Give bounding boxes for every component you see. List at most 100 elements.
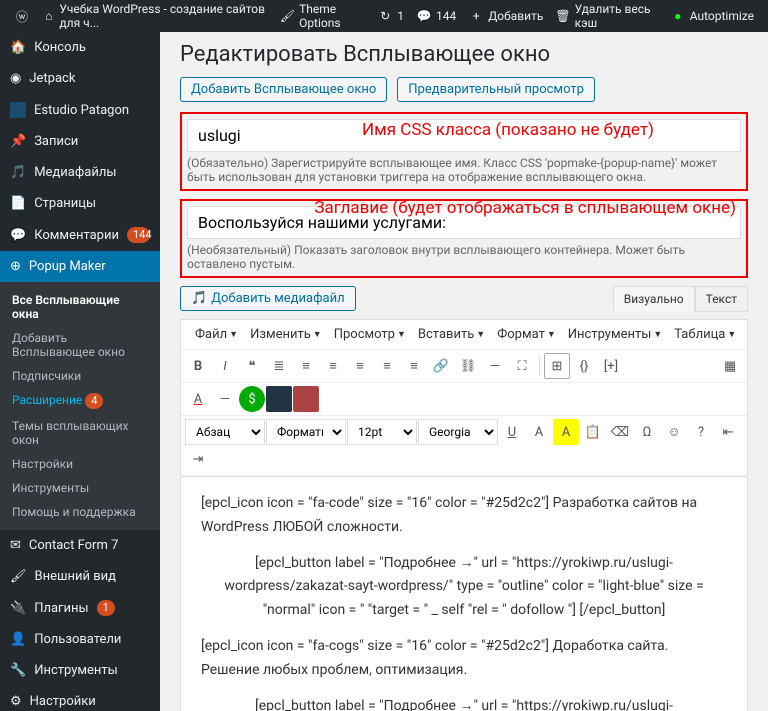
paste-button[interactable]: 📋: [580, 419, 606, 445]
sub-themes[interactable]: Темы всплывающих окон: [0, 414, 160, 452]
sub-add-popup[interactable]: Добавить Всплывающее окно: [0, 326, 160, 364]
charmap-button[interactable]: Ω: [634, 419, 660, 445]
title-field-box: Заглавие (будет отображаться в сплывающе…: [180, 199, 748, 278]
menu-popup-maker[interactable]: ⊕Popup Maker: [0, 251, 160, 282]
menu-ep[interactable]: Estudio Patagon: [0, 94, 160, 126]
menu-pages[interactable]: 📄Страницы: [0, 188, 160, 219]
emoji-button[interactable]: ☺: [661, 419, 687, 445]
align-left-button[interactable]: ≡: [320, 353, 346, 379]
menu-table[interactable]: Таблица▼: [668, 324, 742, 345]
updates[interactable]: ↻1: [371, 8, 410, 24]
toggle-toolbar-button[interactable]: ▦: [717, 353, 743, 379]
comments-count[interactable]: 💬144: [410, 8, 462, 24]
menubar: Файл▼ Изменить▼ Просмотр▼ Вставить▼ Форм…: [181, 320, 747, 350]
admin-bar: ⓦ ⌂Учебка WordPress - создание сайтов дл…: [0, 0, 768, 32]
sc2-button[interactable]: [266, 386, 292, 412]
autoptimize[interactable]: ●Autoptimize: [664, 8, 760, 24]
menu-users[interactable]: 👤Пользователи: [0, 624, 160, 655]
table-button[interactable]: ⊞: [544, 353, 570, 379]
textcolor-button[interactable]: A: [185, 386, 211, 412]
code-button[interactable]: {}: [571, 353, 597, 379]
editor-p1: [epcl_icon icon = "fa-code" size = "16" …: [201, 492, 727, 540]
site-name[interactable]: ⌂Учебка WordPress - создание сайтов для …: [36, 2, 274, 30]
menu-tools[interactable]: Инструменты▼: [562, 324, 669, 345]
formats-select[interactable]: Форматы: [266, 419, 346, 445]
numlist-button[interactable]: ≡: [293, 353, 319, 379]
align-center-button[interactable]: ≡: [347, 353, 373, 379]
title-annotation: Заглавие (будет отображаться в сплывающе…: [314, 198, 736, 218]
submenu-popup: Все Всплывающие окна Добавить Всплывающе…: [0, 282, 160, 530]
add-popup-button[interactable]: Добавить Всплывающее окно: [180, 77, 387, 102]
editor-tabs: Визуально Текст: [613, 286, 748, 312]
bullist-button[interactable]: ≣: [266, 353, 292, 379]
menu-view[interactable]: Просмотр▼: [328, 324, 412, 345]
outdent-button[interactable]: ⇤: [715, 419, 741, 445]
menu-format[interactable]: Формат▼: [491, 324, 562, 345]
fontfamily-select[interactable]: Georgia: [418, 419, 498, 445]
sc1-button[interactable]: $: [239, 386, 265, 412]
align-justify-button[interactable]: ≡: [401, 353, 427, 379]
paragraph-select[interactable]: Абзац: [185, 419, 265, 445]
hr-button[interactable]: ―: [212, 386, 238, 412]
clear-cache[interactable]: 🗑Удалить весь кэш: [549, 2, 663, 30]
help-button[interactable]: ?: [688, 419, 714, 445]
fontsize-select[interactable]: 12pt: [347, 419, 417, 445]
menu-posts[interactable]: 📌Записи: [0, 126, 160, 157]
menu-cf7[interactable]: ✉Contact Form 7: [0, 530, 160, 561]
sub-subscribers[interactable]: Подписчики: [0, 364, 160, 388]
toolbar-row-1: B I ❝ ≣ ≡ ≡ ≡ ≡ ≡ 🔗 ⛓ — ⛶ ⊞ {} [+] ▦: [181, 350, 747, 383]
media-icon: 🎵: [191, 291, 207, 306]
add-media-button[interactable]: 🎵Добавить медиафайл: [180, 286, 356, 311]
menu-file[interactable]: Файл▼: [189, 324, 244, 345]
toolbar-row-2: A ― $: [181, 383, 747, 416]
sub-extend[interactable]: Расширение 4: [0, 388, 160, 414]
menu-edit[interactable]: Изменить▼: [244, 324, 328, 345]
editor-toolbar: Файл▼ Изменить▼ Просмотр▼ Вставить▼ Форм…: [180, 319, 748, 477]
menu-media[interactable]: 🎵Медиафайлы: [0, 157, 160, 188]
sub-help[interactable]: Помощь и поддержка: [0, 500, 160, 524]
theme-options[interactable]: 🖌Theme Options: [274, 2, 371, 30]
sc3-button[interactable]: [293, 386, 319, 412]
menu-jetpack[interactable]: ◉Jetpack: [0, 63, 160, 94]
content-editor[interactable]: [epcl_icon icon = "fa-code" size = "16" …: [180, 477, 748, 711]
admin-sidebar: 🏠Консоль ◉Jetpack Estudio Patagon 📌Запис…: [0, 32, 160, 711]
title-desc: (Необязательный) Показать заголовок внут…: [187, 243, 741, 271]
name-desc: (Обязательно) Зарегистрируйте всплывающе…: [187, 156, 741, 184]
fullscreen-button[interactable]: ⛶: [509, 353, 535, 379]
more-button[interactable]: —: [482, 353, 508, 379]
main-content: Редактировать Всплывающее окно Добавить …: [160, 32, 768, 711]
toolbar-row-3: Абзац Форматы 12pt Georgia U A A 📋 ⌫ Ω ☺…: [181, 416, 747, 476]
backcolor-button[interactable]: A: [553, 419, 579, 445]
link-button[interactable]: 🔗: [428, 353, 454, 379]
sub-all-popups[interactable]: Все Всплывающие окна: [0, 288, 160, 326]
italic-button[interactable]: I: [212, 353, 238, 379]
align-right-button[interactable]: ≡: [374, 353, 400, 379]
unlink-button[interactable]: ⛓: [455, 353, 481, 379]
indent-button[interactable]: ⇥: [185, 446, 211, 472]
editor-p2: [epcl_button label = "Подробнее →" url =…: [201, 552, 727, 623]
shortcode-button[interactable]: [+]: [598, 353, 624, 379]
page-title: Редактировать Всплывающее окно: [180, 42, 550, 67]
menu-tools[interactable]: 🔧Инструменты: [0, 655, 160, 686]
add-new[interactable]: +Добавить: [462, 8, 549, 24]
sub-settings[interactable]: Настройки: [0, 452, 160, 476]
name-field-box: Имя CSS класса (показано не будет) (Обяз…: [180, 112, 748, 191]
editor-p4: [epcl_button label = "Подробнее →" url =…: [201, 695, 727, 711]
bold-button[interactable]: B: [185, 353, 211, 379]
menu-insert[interactable]: Вставить▼: [412, 324, 491, 345]
tab-text[interactable]: Текст: [695, 286, 748, 312]
menu-plugins[interactable]: 🔌Плагины1: [0, 592, 160, 624]
preview-button[interactable]: Предварительный просмотр: [397, 77, 595, 102]
wp-logo[interactable]: ⓦ: [8, 8, 36, 24]
underline-button[interactable]: U: [499, 419, 525, 445]
menu-appearance[interactable]: 🖌Внешний вид: [0, 561, 160, 592]
clear-button[interactable]: ⌫: [607, 419, 633, 445]
page-heading: Редактировать Всплывающее окно Добавить …: [180, 42, 748, 102]
quote-button[interactable]: ❝: [239, 353, 265, 379]
menu-console[interactable]: 🏠Консоль: [0, 32, 160, 63]
menu-settings[interactable]: ⚙Настройки: [0, 686, 160, 711]
tab-visual[interactable]: Визуально: [613, 286, 695, 312]
sub-tools[interactable]: Инструменты: [0, 476, 160, 500]
forecolor-button[interactable]: A: [526, 419, 552, 445]
menu-comments[interactable]: 💬Комментарии144: [0, 219, 160, 251]
